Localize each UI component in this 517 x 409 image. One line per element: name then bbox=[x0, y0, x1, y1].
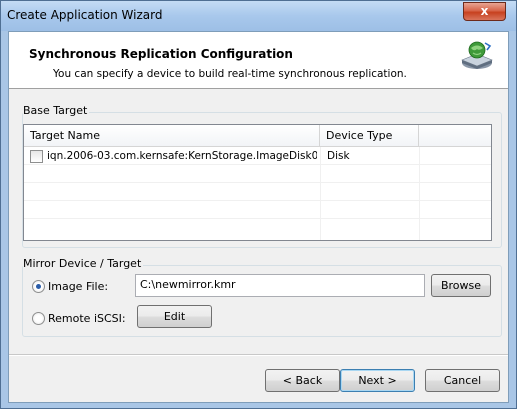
empty-row bbox=[24, 184, 491, 201]
browse-button-label: Browse bbox=[440, 279, 482, 292]
title-bar[interactable]: Create Application Wizard x bbox=[1, 1, 516, 31]
next-button-label: Next > bbox=[358, 374, 397, 387]
edit-button-label: Edit bbox=[163, 310, 186, 323]
remote-iscsi-label[interactable]: Remote iSCSI: bbox=[48, 312, 126, 325]
wizard-window: Create Application Wizard x Synchronous … bbox=[0, 0, 517, 409]
column-header-empty bbox=[419, 125, 491, 147]
device-type-cell: Disk bbox=[327, 150, 350, 162]
listview-header: Target Name Device Type bbox=[24, 125, 491, 147]
next-button[interactable]: Next > bbox=[340, 369, 415, 392]
target-name-cell: iqn.2006-03.com.kernsafe:KernStorage.Ima… bbox=[47, 150, 317, 162]
back-button-label: < Back bbox=[282, 374, 323, 387]
cancel-button[interactable]: Cancel bbox=[425, 369, 500, 392]
page-title: Synchronous Replication Configuration bbox=[29, 47, 293, 61]
image-file-label[interactable]: Image File: bbox=[48, 280, 108, 293]
column-header-device-type[interactable]: Device Type bbox=[320, 125, 419, 147]
mirror-group-label: Mirror Device / Target bbox=[23, 257, 144, 270]
base-target-label: Base Target bbox=[23, 104, 90, 117]
cancel-button-label: Cancel bbox=[443, 374, 482, 387]
back-button[interactable]: < Back bbox=[265, 369, 340, 392]
table-row[interactable]: iqn.2006-03.com.kernsafe:KernStorage.Ima… bbox=[24, 148, 491, 165]
browse-button[interactable]: Browse bbox=[431, 274, 491, 297]
column-header-target-name[interactable]: Target Name bbox=[24, 125, 320, 147]
edit-button[interactable]: Edit bbox=[137, 305, 212, 328]
close-button[interactable]: x bbox=[463, 2, 506, 21]
image-file-radio[interactable] bbox=[32, 280, 45, 293]
wizard-client-area: Synchronous Replication Configuration Yo… bbox=[8, 31, 509, 403]
empty-row bbox=[24, 202, 491, 219]
empty-row bbox=[24, 166, 491, 183]
target-listview[interactable]: Target Name Device Type iqn.2006-03.com.… bbox=[23, 124, 492, 241]
image-file-input[interactable]: C:\newmirror.kmr bbox=[135, 274, 425, 297]
remote-iscsi-radio[interactable] bbox=[32, 312, 45, 325]
row-checkbox[interactable] bbox=[30, 150, 43, 163]
footer-separator bbox=[9, 354, 508, 356]
close-icon: x bbox=[480, 4, 489, 18]
window-title: Create Application Wizard bbox=[7, 8, 163, 22]
page-subtitle: You can specify a device to build real-t… bbox=[53, 68, 407, 80]
network-disk-icon bbox=[461, 41, 493, 69]
wizard-header: Synchronous Replication Configuration Yo… bbox=[9, 32, 508, 89]
